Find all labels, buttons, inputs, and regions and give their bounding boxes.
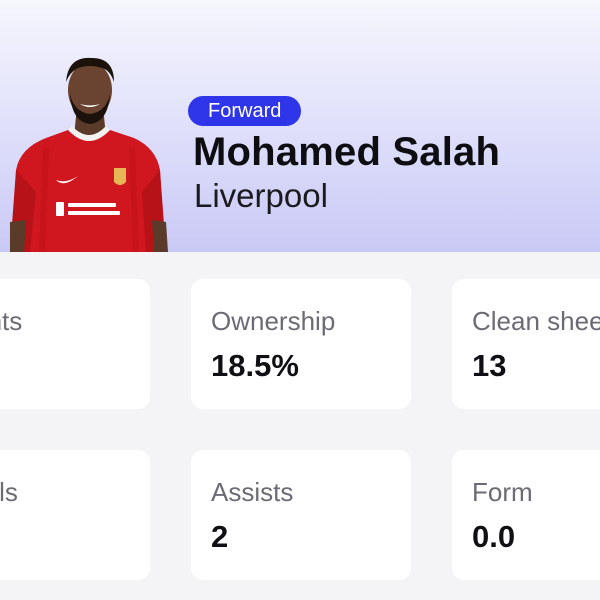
stat-label-ownership: Ownership	[211, 306, 336, 336]
stat-value-assists: 2	[211, 519, 229, 554]
player-profile-page: Forward Mohamed Salah Liverpool Points 3…	[0, 0, 600, 600]
stat-label-clean-sheets: Clean sheets	[472, 306, 600, 336]
stat-card-points: Points 3	[0, 279, 150, 409]
stat-value-clean-sheets: 13	[472, 348, 507, 383]
player-team: Liverpool	[194, 177, 328, 214]
stat-card-clean-sheets: Clean sheets 13	[452, 279, 600, 409]
stat-value-ownership: 18.5%	[211, 348, 299, 383]
stat-label-points: Points	[0, 306, 23, 336]
stat-card-form: Form 0.0	[452, 450, 600, 580]
position-badge: Forward	[188, 96, 302, 126]
stat-label-goals: Goals	[0, 477, 18, 507]
stat-card-assists: Assists 2	[191, 450, 411, 580]
stat-value-form: 0.0	[472, 519, 516, 554]
player-photo-image	[10, 57, 168, 252]
stat-label-assists: Assists	[211, 477, 294, 507]
stat-label-form: Form	[472, 477, 533, 507]
stat-card-goals: Goals	[0, 450, 150, 580]
stat-card-ownership: Ownership 18.5%	[191, 279, 411, 409]
player-header: Forward Mohamed Salah Liverpool	[0, 0, 600, 252]
player-photo	[6, 52, 172, 252]
player-name: Mohamed Salah	[193, 130, 501, 174]
